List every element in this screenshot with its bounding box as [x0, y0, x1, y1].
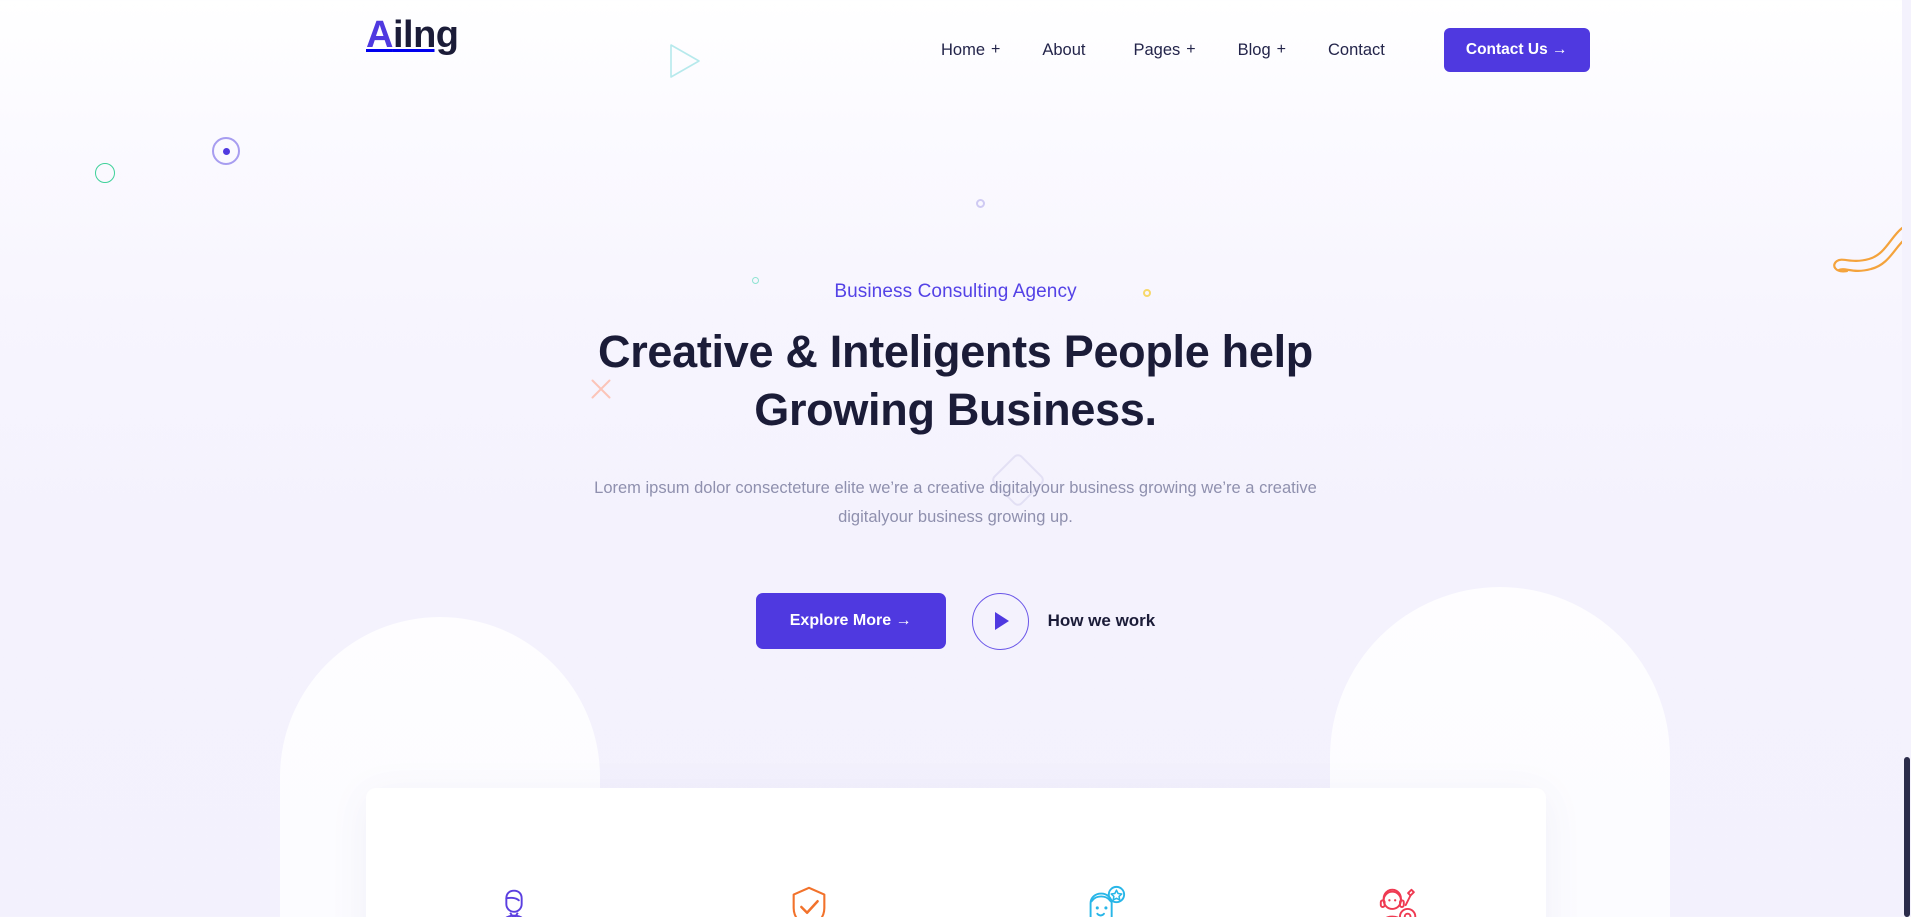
chevron-plus-icon: +	[1276, 41, 1286, 58]
nav-item-contact[interactable]: Contact	[1307, 35, 1412, 66]
feature-item-trusted[interactable]	[661, 788, 956, 917]
brand-logo[interactable]: Ailng	[366, 16, 459, 54]
nav-item-home[interactable]: Home +	[920, 35, 1021, 66]
support-tools-icon	[1379, 888, 1416, 917]
hero-title-line-2: Growing Business.	[754, 383, 1157, 435]
site-header: Ailng Home + About Pages + Blog + Contac…	[0, 0, 1911, 85]
brand-logo-accent-letter: A	[366, 14, 393, 56]
explore-more-button[interactable]: Explore More →	[755, 593, 946, 650]
hero-description: Lorem ipsum dolor consecteture elite we’…	[594, 479, 1317, 526]
how-we-work-video-trigger[interactable]: How we work	[971, 592, 1156, 650]
chevron-plus-icon: +	[1186, 41, 1196, 58]
primary-navigation: Home + About Pages + Blog + Contact Cont…	[920, 28, 1590, 72]
nav-item-about[interactable]: About	[1021, 35, 1112, 66]
nav-item-pages[interactable]: Pages +	[1112, 35, 1216, 66]
hero-title-line-1: Creative & Inteligents People help	[598, 326, 1313, 377]
play-triangle-glyph	[995, 612, 1010, 631]
nav-item-blog-label: Blog	[1237, 40, 1271, 59]
feature-item-support[interactable]	[1251, 788, 1546, 917]
feature-item-consultant[interactable]	[366, 788, 661, 917]
hero-section: Business Consulting Agency Creative & In…	[0, 85, 1911, 650]
feature-highlights-card	[366, 788, 1546, 917]
nav-item-blog[interactable]: Blog +	[1217, 35, 1307, 66]
happy-face-star-icon	[1089, 885, 1125, 917]
contact-us-button[interactable]: Contact Us →	[1443, 28, 1590, 72]
nav-item-pages-label: Pages	[1133, 40, 1181, 59]
how-we-work-label: How we work	[1047, 611, 1156, 631]
shield-check-icon	[792, 886, 825, 917]
scrollbar-thumb[interactable]	[1904, 757, 1910, 917]
brand-logo-text: ilng	[392, 14, 459, 56]
chevron-plus-icon: +	[991, 41, 1001, 58]
nav-item-home-label: Home	[941, 40, 986, 59]
hero-actions: Explore More → How we work	[0, 592, 1911, 650]
nav-item-contact-label: Contact	[1328, 40, 1385, 59]
person-outline-icon	[504, 889, 523, 917]
page-title: Creative & Inteligents People help Growi…	[576, 323, 1336, 438]
hero-eyebrow: Business Consulting Agency	[834, 281, 1077, 302]
feature-item-satisfaction[interactable]	[956, 788, 1251, 917]
nav-item-about-label: About	[1042, 40, 1086, 59]
play-icon[interactable]	[971, 592, 1029, 650]
